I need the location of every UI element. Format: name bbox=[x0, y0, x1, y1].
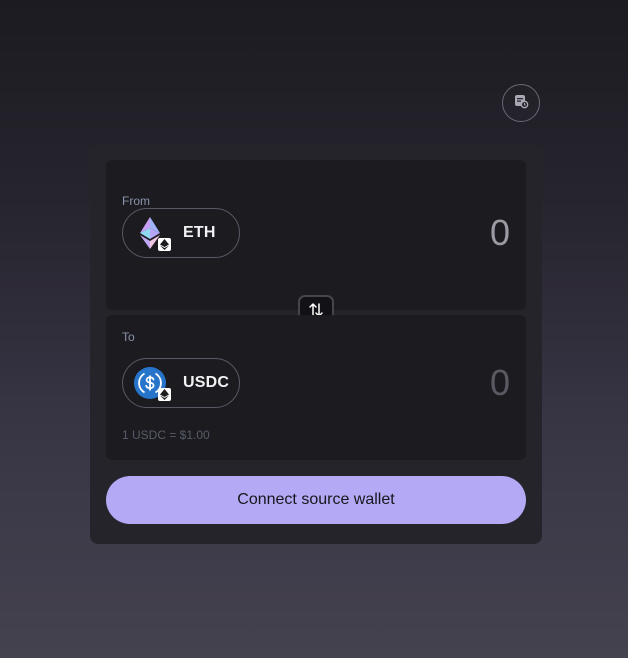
ethereum-chain-icon bbox=[158, 238, 171, 251]
exchange-rate: 1 USDC = $1.00 bbox=[122, 428, 210, 442]
from-panel: From ETH 0 bbox=[106, 160, 526, 310]
from-token-symbol: ETH bbox=[183, 224, 216, 241]
history-button[interactable] bbox=[502, 84, 540, 122]
to-token-selector[interactable]: USDC bbox=[122, 358, 240, 408]
from-amount-input[interactable]: 0 bbox=[490, 215, 510, 251]
from-token-icon-wrap bbox=[133, 216, 171, 251]
bridge-page: { "header": { "history_icon": "history-i… bbox=[0, 0, 628, 658]
connect-source-wallet-button[interactable]: Connect source wallet bbox=[106, 476, 526, 524]
from-token-selector[interactable]: ETH bbox=[122, 208, 240, 258]
ethereum-chain-icon bbox=[158, 388, 171, 401]
from-label: From bbox=[122, 194, 150, 208]
to-label: To bbox=[122, 330, 135, 344]
to-amount-value: 0 bbox=[489, 362, 510, 403]
bridge-card: From ETH 0 To USDC 0 1 USDC = $1.00 Conn… bbox=[90, 145, 542, 544]
history-icon bbox=[513, 93, 529, 114]
to-panel: To USDC 0 1 USDC = $1.00 bbox=[106, 315, 526, 460]
to-token-icon-wrap bbox=[133, 366, 171, 401]
to-token-symbol: USDC bbox=[183, 374, 230, 391]
